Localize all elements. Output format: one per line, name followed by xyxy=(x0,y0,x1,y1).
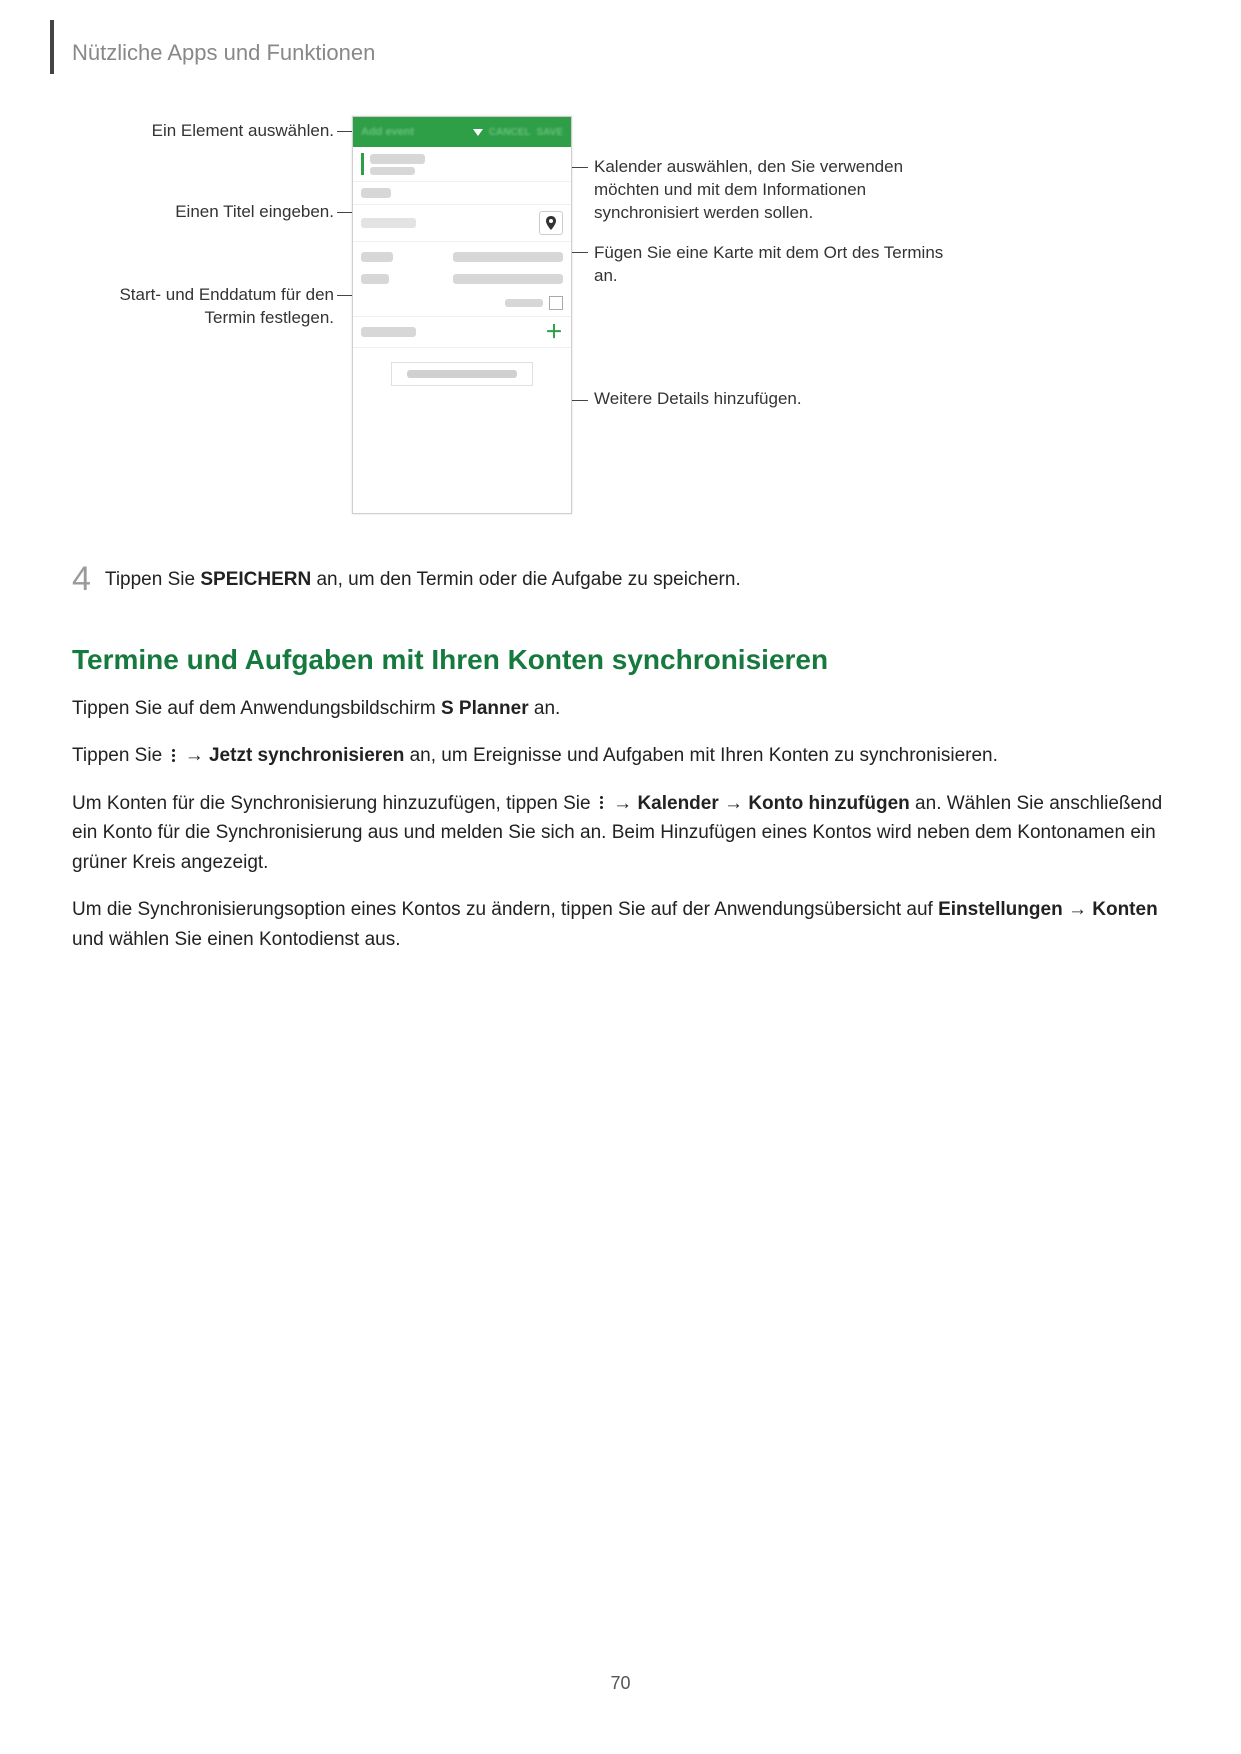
leader xyxy=(337,295,353,296)
t: Um die Synchronisierungsoption eines Kon… xyxy=(72,899,938,920)
t: und wählen Sie einen Kontodienst aus. xyxy=(72,929,401,950)
save-blur: SAVE xyxy=(537,127,564,138)
t: SPEICHERN xyxy=(200,569,311,590)
t: → xyxy=(719,793,749,814)
callout-select-item: Ein Element auswählen. xyxy=(72,120,334,143)
t: → xyxy=(608,793,638,814)
header-rule xyxy=(50,20,54,74)
step-text: Tippen Sie SPEICHERN an, um den Termin o… xyxy=(105,566,741,595)
sync-p1: Tippen Sie auf dem Anwendungsbildschirm … xyxy=(72,694,1169,723)
more-icon xyxy=(596,796,608,809)
allday-row xyxy=(353,294,571,316)
t: Jetzt synchronisieren xyxy=(209,745,404,766)
blurred-text xyxy=(453,274,563,284)
blurred-text xyxy=(370,167,415,175)
step-number: 4 xyxy=(72,562,91,596)
t: → xyxy=(1063,899,1093,920)
reminder-row: ＋ xyxy=(353,316,571,348)
t: Konten xyxy=(1092,899,1157,920)
sync-heading: Termine und Aufgaben mit Ihren Konten sy… xyxy=(72,644,1169,676)
t: Tippen Sie xyxy=(72,745,167,766)
t: → xyxy=(179,745,209,766)
blurred-text xyxy=(361,188,391,198)
annotated-screenshot: Ein Element auswählen. Einen Titel einge… xyxy=(72,116,1169,536)
blurred-text xyxy=(361,327,416,337)
t: Um Konten für die Synchronisierung hinzu… xyxy=(72,793,596,814)
callout-attach-map: Fügen Sie eine Karte mit dem Ort des Ter… xyxy=(594,242,944,288)
calendar-row xyxy=(353,147,571,182)
t: an, um den Termin oder die Aufgabe zu sp… xyxy=(311,569,741,590)
cancel-blur: CANCEL xyxy=(489,127,531,138)
t: Tippen Sie xyxy=(105,569,200,590)
sync-p3: Um Konten für die Synchronisierung hinzu… xyxy=(72,789,1169,877)
callout-more-details: Weitere Details hinzufügen. xyxy=(594,388,944,411)
blurred-text xyxy=(361,252,393,262)
t: Einstellungen xyxy=(938,899,1063,920)
blurred-text xyxy=(361,274,389,284)
map-pin-icon xyxy=(539,211,563,235)
location-row xyxy=(353,205,571,242)
t: an, um Ereignisse und Aufgaben mit Ihren… xyxy=(404,745,998,766)
blurred-text xyxy=(407,370,517,378)
t: Kalender xyxy=(637,793,718,814)
more-icon xyxy=(167,749,179,762)
phone-mock: Add event CANCEL SAVE xyxy=(352,116,572,514)
blurred-text xyxy=(361,218,416,228)
manual-page: Nützliche Apps und Funktionen Ein Elemen… xyxy=(0,0,1241,1754)
allday-checkbox xyxy=(549,296,563,310)
callout-choose-calendar: Kalender auswählen, den Sie verwenden mö… xyxy=(594,156,944,225)
section-title: Nützliche Apps und Funktionen xyxy=(72,30,1169,66)
page-number: 70 xyxy=(0,1673,1241,1694)
title-row xyxy=(353,182,571,205)
more-options-button xyxy=(391,362,533,386)
t: Konto hinzufügen xyxy=(748,793,909,814)
leader xyxy=(571,252,588,253)
screen-topbar: Add event CANCEL SAVE xyxy=(353,117,571,147)
blurred-text xyxy=(505,299,543,307)
step-4: 4 Tippen Sie SPEICHERN an, um den Termin… xyxy=(72,566,1169,596)
t: an. xyxy=(529,698,561,719)
t: S Planner xyxy=(441,698,529,719)
callout-enter-title: Einen Titel eingeben. xyxy=(72,201,334,224)
plus-icon: ＋ xyxy=(545,323,563,341)
t: Tippen Sie auf dem Anwendungsbildschirm xyxy=(72,698,441,719)
sync-p2: Tippen Sie → Jetzt synchronisieren an, u… xyxy=(72,741,1169,770)
sync-p4: Um die Synchronisierungsoption eines Kon… xyxy=(72,895,1169,954)
calendar-color-bar xyxy=(361,153,364,175)
dates-block xyxy=(353,242,571,294)
blurred-text xyxy=(453,252,563,262)
callout-set-dates: Start- und Enddatum für den Termin festl… xyxy=(72,284,334,330)
blurred-text xyxy=(370,154,425,164)
